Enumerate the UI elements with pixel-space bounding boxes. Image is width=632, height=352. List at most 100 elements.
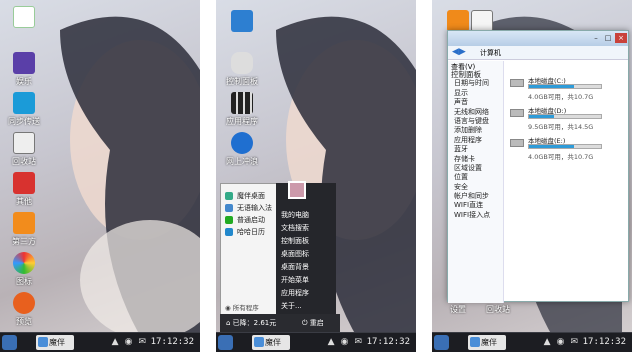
start-button[interactable] <box>434 335 449 350</box>
clock: 17:12:32 <box>366 337 410 347</box>
window-titlebar[interactable]: – □ × <box>448 31 628 46</box>
tree-item[interactable]: 语言与键盘 <box>448 117 503 126</box>
tree-item[interactable]: 位置 <box>448 173 503 182</box>
tree-item[interactable]: WIFI接入点 <box>448 211 503 220</box>
tree-item[interactable]: 显示 <box>448 89 503 98</box>
minimize-button[interactable]: – <box>590 33 602 43</box>
drive-d[interactable]: 本地磁盘(D:) 9.5GB可用，共14.5G <box>510 105 622 131</box>
taskbar-app-button[interactable]: 魔伴 <box>36 335 74 350</box>
preview-icon <box>13 292 35 314</box>
tree-item[interactable]: 存储卡 <box>448 155 503 164</box>
tree-item[interactable]: 蓝牙 <box>448 145 503 154</box>
all-programs-link[interactable]: ◉ 所有程序 <box>221 302 277 312</box>
drive-info: 4.0GB可用，共10.7G <box>528 93 594 101</box>
icon-label: 图标 <box>16 277 32 286</box>
close-button[interactable]: × <box>615 33 627 43</box>
view-menu[interactable]: 查看(V) <box>448 61 503 71</box>
app-icon <box>470 337 480 347</box>
control-panel-icon-item[interactable]: 控制面板 <box>220 52 264 87</box>
system-tray-icons[interactable]: ▲◉✉ <box>328 337 368 347</box>
recycle-bin-icon-item[interactable]: 回收站 <box>2 132 46 167</box>
browser-icon-item[interactable]: 网上冲浪 <box>220 132 264 167</box>
taskbar-app-button[interactable]: 魔伴 <box>252 335 290 350</box>
icon-label: 设置 <box>450 305 466 314</box>
start-button[interactable] <box>218 335 233 350</box>
grid-icon <box>231 92 253 114</box>
navigation-tree: 查看(V) 控制面板 日期与时间 显示 声音 无线和网络 语言与键盘 添加删除 … <box>448 61 504 303</box>
calculator-icon <box>471 10 493 32</box>
usage-text: 已降：2.61元 <box>232 319 277 327</box>
tree-item[interactable]: 安全 <box>448 183 503 192</box>
tree-item[interactable]: WIFI直连 <box>448 201 503 210</box>
address-text: 计算机 <box>480 49 501 57</box>
taskbar-app-label: 魔伴 <box>481 338 497 347</box>
hard-drive-icon <box>510 139 524 147</box>
tree-item[interactable]: 声音 <box>448 98 503 107</box>
pinwheel-icon <box>13 252 35 274</box>
third-party-icon-item[interactable]: 第三方 <box>2 212 46 247</box>
screen-desktop: 娱乐 同步传送 回收站 其他 第三方 图标 预览 魔伴 ▲◉✉ 17:12:32 <box>0 0 200 352</box>
tree-item[interactable]: 添加删除 <box>448 126 503 135</box>
address-bar[interactable]: ◀▶ 计算机 <box>448 46 628 60</box>
taskbar-app-button[interactable]: 魔伴 <box>468 335 506 350</box>
drive-info: 9.5GB可用，共14.5G <box>528 123 594 131</box>
recycle-bin-icon-item[interactable]: 回收站 <box>476 304 520 315</box>
tree-root[interactable]: 控制面板 <box>448 70 503 79</box>
taskbar: 魔伴 ▲◉✉ 17:12:32 <box>216 332 416 352</box>
icon-label: 回收站 <box>12 157 36 166</box>
entertainment-icon-item[interactable]: 娱乐 <box>2 52 46 87</box>
drive-usage-fill <box>529 115 555 118</box>
arrow-icon: ◉ <box>225 304 233 312</box>
contacts-icon <box>13 6 35 28</box>
menu-item-doc-search[interactable]: 文档搜索 <box>276 222 336 235</box>
icon-label: 第三方 <box>12 237 36 246</box>
app-icon <box>38 337 48 347</box>
start-button[interactable] <box>2 335 17 350</box>
back-forward-icon[interactable]: ◀▶ <box>452 47 466 57</box>
applications-icon-item[interactable]: 应用程序 <box>220 92 264 127</box>
system-tray-icons[interactable]: ▲◉✉ <box>112 337 152 347</box>
tree-item[interactable]: 无线和网络 <box>448 108 503 117</box>
system-tray-icons[interactable]: ▲◉✉ <box>544 337 584 347</box>
tree-item[interactable]: 应用程序 <box>448 136 503 145</box>
drive-e[interactable]: 本地磁盘(E:) 4.0GB可用，共10.7G <box>510 135 622 161</box>
menu-item-about[interactable]: 关于... <box>276 300 336 313</box>
menu-item-apps[interactable]: 应用程序 <box>276 287 336 300</box>
check-icon <box>225 216 233 224</box>
explorer-window: – □ × ◀▶ 计算机 查看(V) 控制面板 日期与时间 显示 声音 无线和网… <box>447 30 629 303</box>
menu-item-desktop-bg[interactable]: 桌面背景 <box>276 261 336 274</box>
preview-icon-item[interactable]: 预览 <box>2 292 46 327</box>
menu-item-my-computer[interactable]: 我的电脑 <box>276 209 336 222</box>
drive-usage-bar <box>528 114 602 119</box>
icon-label: 同步传送 <box>8 117 40 126</box>
icon-label: 娱乐 <box>16 77 32 86</box>
app-icon <box>254 337 264 347</box>
keyboard-icon <box>225 204 233 212</box>
user-avatar[interactable] <box>288 181 306 199</box>
start-menu-right-column: 我的电脑 文档搜索 控制面板 桌面图标 桌面背景 开始菜单 应用程序 关于... <box>276 181 336 330</box>
maximize-button[interactable]: □ <box>602 33 614 43</box>
menu-item-desktop-icons[interactable]: 桌面图标 <box>276 248 336 261</box>
restart-button[interactable]: ⏻ 重启 <box>302 314 324 332</box>
icon-label: 其他 <box>16 197 32 206</box>
drive-c[interactable]: 本地磁盘(C:) 4.0GB可用，共10.7G <box>510 75 622 101</box>
drive-usage-bar <box>528 84 602 89</box>
tree-item[interactable]: 区域设置 <box>448 164 503 173</box>
my-computer-icon-item[interactable] <box>220 10 264 34</box>
clock: 17:12:32 <box>150 337 194 347</box>
tree-item[interactable]: 日期与时间 <box>448 79 503 88</box>
taskbar: 魔伴 ▲◉✉ 17:12:32 <box>0 332 200 352</box>
icons-icon-item[interactable]: 图标 <box>2 252 46 287</box>
drive-info: 4.0GB可用，共10.7G <box>528 153 594 161</box>
start-menu-footer: ⌂ 已降：2.61元 ⏻ 重启 <box>220 314 340 332</box>
mouse-icon <box>231 52 253 74</box>
contacts-icon-item[interactable] <box>2 6 46 30</box>
icon-label: 预览 <box>16 317 32 326</box>
screen-start-menu: 控制面板 应用程序 网上冲浪 魔伴桌面 无语输入法 普通启动 哈哈日历 ◉ 所有… <box>216 0 416 352</box>
settings-icon-item[interactable]: 设置 <box>436 304 480 315</box>
calendar-icon <box>225 228 233 236</box>
other-icon-item[interactable]: 其他 <box>2 172 46 207</box>
menu-item-start-menu[interactable]: 开始菜单 <box>276 274 336 287</box>
menu-item-control-panel[interactable]: 控制面板 <box>276 235 336 248</box>
sync-transfer-icon-item[interactable]: 同步传送 <box>2 92 46 127</box>
